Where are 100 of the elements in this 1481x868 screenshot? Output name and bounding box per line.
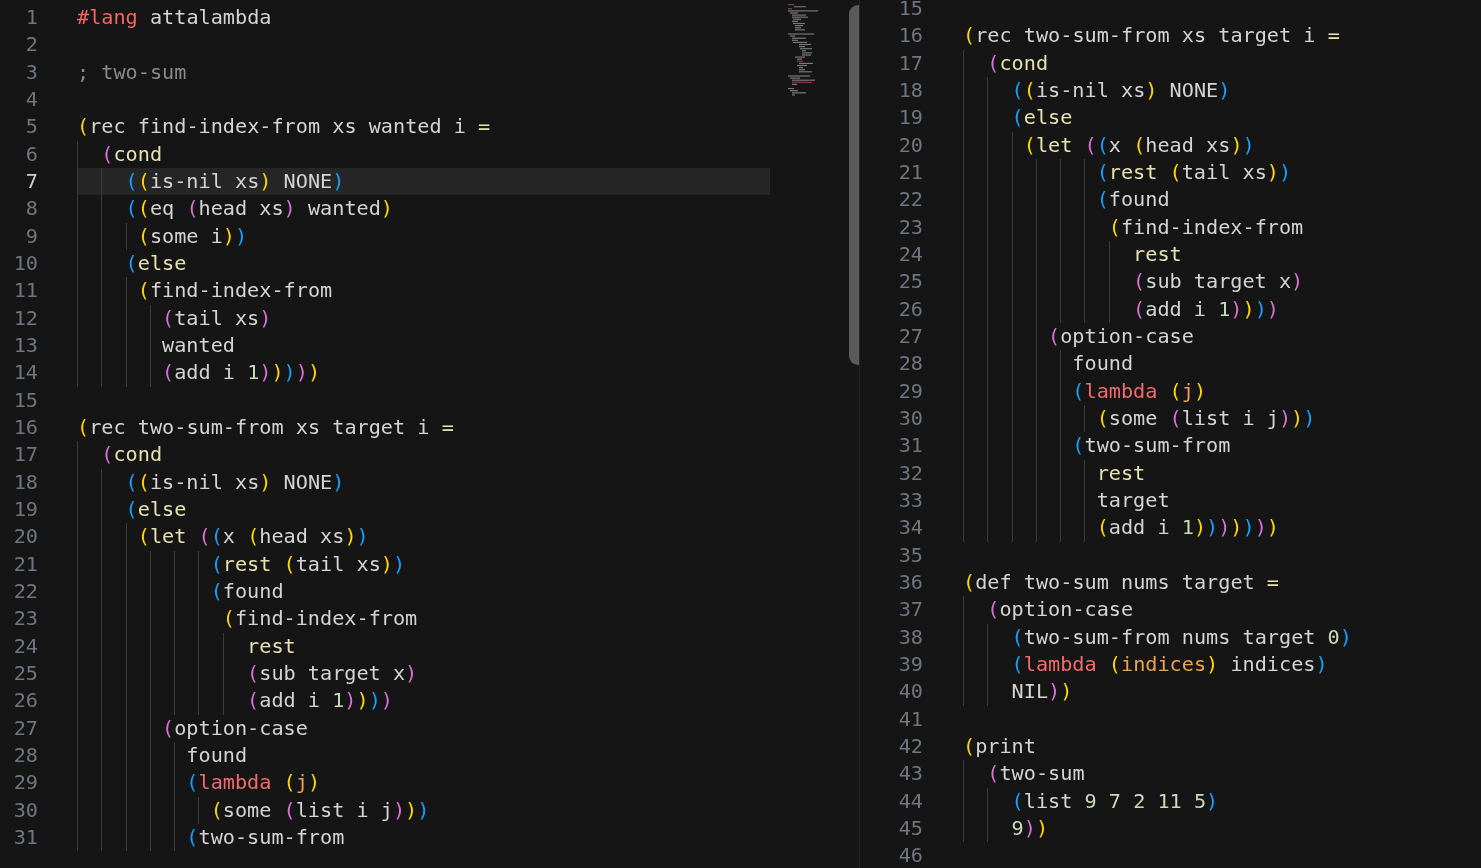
line-number: 33 xyxy=(897,486,923,514)
line-number: 23 xyxy=(12,605,38,633)
code-line: (find-index-from xyxy=(1108,213,1304,241)
code-line: (let ((x (head xs)) xyxy=(137,523,369,551)
code-line: (sub target x) xyxy=(247,659,418,687)
line-number: 29 xyxy=(897,377,923,405)
line-number: 20 xyxy=(12,523,38,551)
line-number: 26 xyxy=(12,687,38,715)
code-line: (some (list i j))) xyxy=(1096,404,1316,432)
line-number: 15 xyxy=(897,0,923,22)
line-number: 18 xyxy=(12,468,38,496)
code-line: (add i 1))))) xyxy=(162,359,321,387)
line-number: 10 xyxy=(12,249,38,277)
line-number: 40 xyxy=(897,678,923,706)
line-number: 42 xyxy=(897,732,923,760)
code-line: #lang attalambda xyxy=(77,4,272,31)
line-number: 25 xyxy=(897,268,923,296)
code-line: (option-case xyxy=(162,714,308,742)
code-line: (rest (tail xs)) xyxy=(1096,158,1292,186)
line-number: 30 xyxy=(12,796,38,824)
code-line: (lambda (j) xyxy=(1072,377,1207,405)
code-line: (option-case xyxy=(987,596,1134,624)
code-line: (option-case xyxy=(1048,322,1194,350)
code-line: (find-index-from xyxy=(222,605,418,633)
line-number: 4 xyxy=(24,86,38,113)
line-number: 2 xyxy=(24,31,38,59)
code-line: (found xyxy=(1096,186,1170,214)
line-number: 36 xyxy=(897,568,923,596)
code-line: rest xyxy=(1096,459,1146,487)
code-line: (else xyxy=(1011,104,1073,132)
line-number: 39 xyxy=(897,650,923,678)
line-number: 41 xyxy=(897,705,923,733)
line-number: 29 xyxy=(12,769,38,797)
line-number: 27 xyxy=(12,714,38,742)
code-line: (else xyxy=(125,495,187,523)
code-line: (find-index-from xyxy=(137,277,333,305)
line-number: 25 xyxy=(12,659,38,687)
line-number: 22 xyxy=(12,577,38,605)
line-number: 24 xyxy=(897,240,923,268)
code-line: (two-sum-from nums target 0) xyxy=(1011,623,1352,651)
code-line: rest xyxy=(1133,240,1182,268)
code-line: (some i)) xyxy=(137,222,248,250)
line-number: 35 xyxy=(897,541,923,569)
code-line: NIL)) xyxy=(1011,678,1073,706)
line-number: 27 xyxy=(897,322,923,350)
code-line: (cond xyxy=(101,140,163,168)
code-line: (add i 1)))) xyxy=(247,687,393,715)
line-number: 22 xyxy=(897,186,923,214)
code-line: (tail xs) xyxy=(162,304,272,332)
line-number: 5 xyxy=(24,113,38,141)
code-line: (some (list i j))) xyxy=(210,796,430,824)
code-line: target xyxy=(1096,486,1170,514)
code-line: (rec two-sum-from xs target i = xyxy=(963,22,1340,50)
line-number: 23 xyxy=(897,213,923,241)
code-line: (def two-sum nums target = xyxy=(963,568,1279,596)
line-number: 8 xyxy=(24,195,38,223)
line-number: 43 xyxy=(897,760,923,788)
code-line: (found xyxy=(210,577,284,605)
line-number: 31 xyxy=(12,823,38,851)
line-number: 44 xyxy=(897,787,923,815)
line-number: 18 xyxy=(897,77,923,104)
line-number: 31 xyxy=(897,432,923,460)
line-number: 3 xyxy=(24,58,38,86)
code-line: 9)) xyxy=(1011,814,1049,842)
line-number: 24 xyxy=(12,632,38,660)
line-number: 9 xyxy=(24,222,38,250)
code-line: ((is-nil xs) NONE) xyxy=(1011,77,1231,104)
line-number: 46 xyxy=(897,842,923,868)
code-line: (two-sum-from xyxy=(1072,432,1231,460)
code-line: ((is-nil xs) NONE) xyxy=(125,468,345,496)
line-number: 45 xyxy=(897,814,923,842)
code-line: (add i 1))))))) xyxy=(1096,514,1279,542)
line-number: 21 xyxy=(12,550,38,578)
code-line: (else xyxy=(125,249,187,277)
line-number: 17 xyxy=(897,49,923,77)
code-line: (sub target x) xyxy=(1133,268,1304,296)
code-line: (cond xyxy=(987,49,1049,77)
line-number: 32 xyxy=(897,459,923,487)
line-number: 15 xyxy=(12,386,38,414)
code-line: (list 9 7 2 11 5) xyxy=(1011,787,1219,815)
line-number: 7 xyxy=(24,167,38,195)
code-line: ; two-sum xyxy=(77,58,187,86)
code-line: wanted xyxy=(162,331,235,359)
code-line: (cond xyxy=(101,441,163,469)
line-number: 16 xyxy=(897,22,923,50)
code-line: (print xyxy=(963,732,1036,760)
line-number: 19 xyxy=(897,104,923,132)
code-line: (lambda (j) xyxy=(186,769,321,797)
code-line: (rec two-sum-from xs target i = xyxy=(77,413,454,441)
line-number: 14 xyxy=(12,359,38,387)
line-number: 12 xyxy=(12,304,38,332)
line-number: 28 xyxy=(897,350,923,378)
code-line: ((is-nil xs) NONE) xyxy=(125,167,345,195)
code-line: (rest (tail xs)) xyxy=(210,550,406,578)
code-line: (lambda (indices) indices) xyxy=(1011,650,1328,678)
line-number: 30 xyxy=(897,404,923,432)
code-line: (two-sum-from xyxy=(186,823,345,851)
line-number: 19 xyxy=(12,495,38,523)
code-line: (let ((x (head xs)) xyxy=(1023,131,1255,159)
line-number: 26 xyxy=(897,295,923,323)
